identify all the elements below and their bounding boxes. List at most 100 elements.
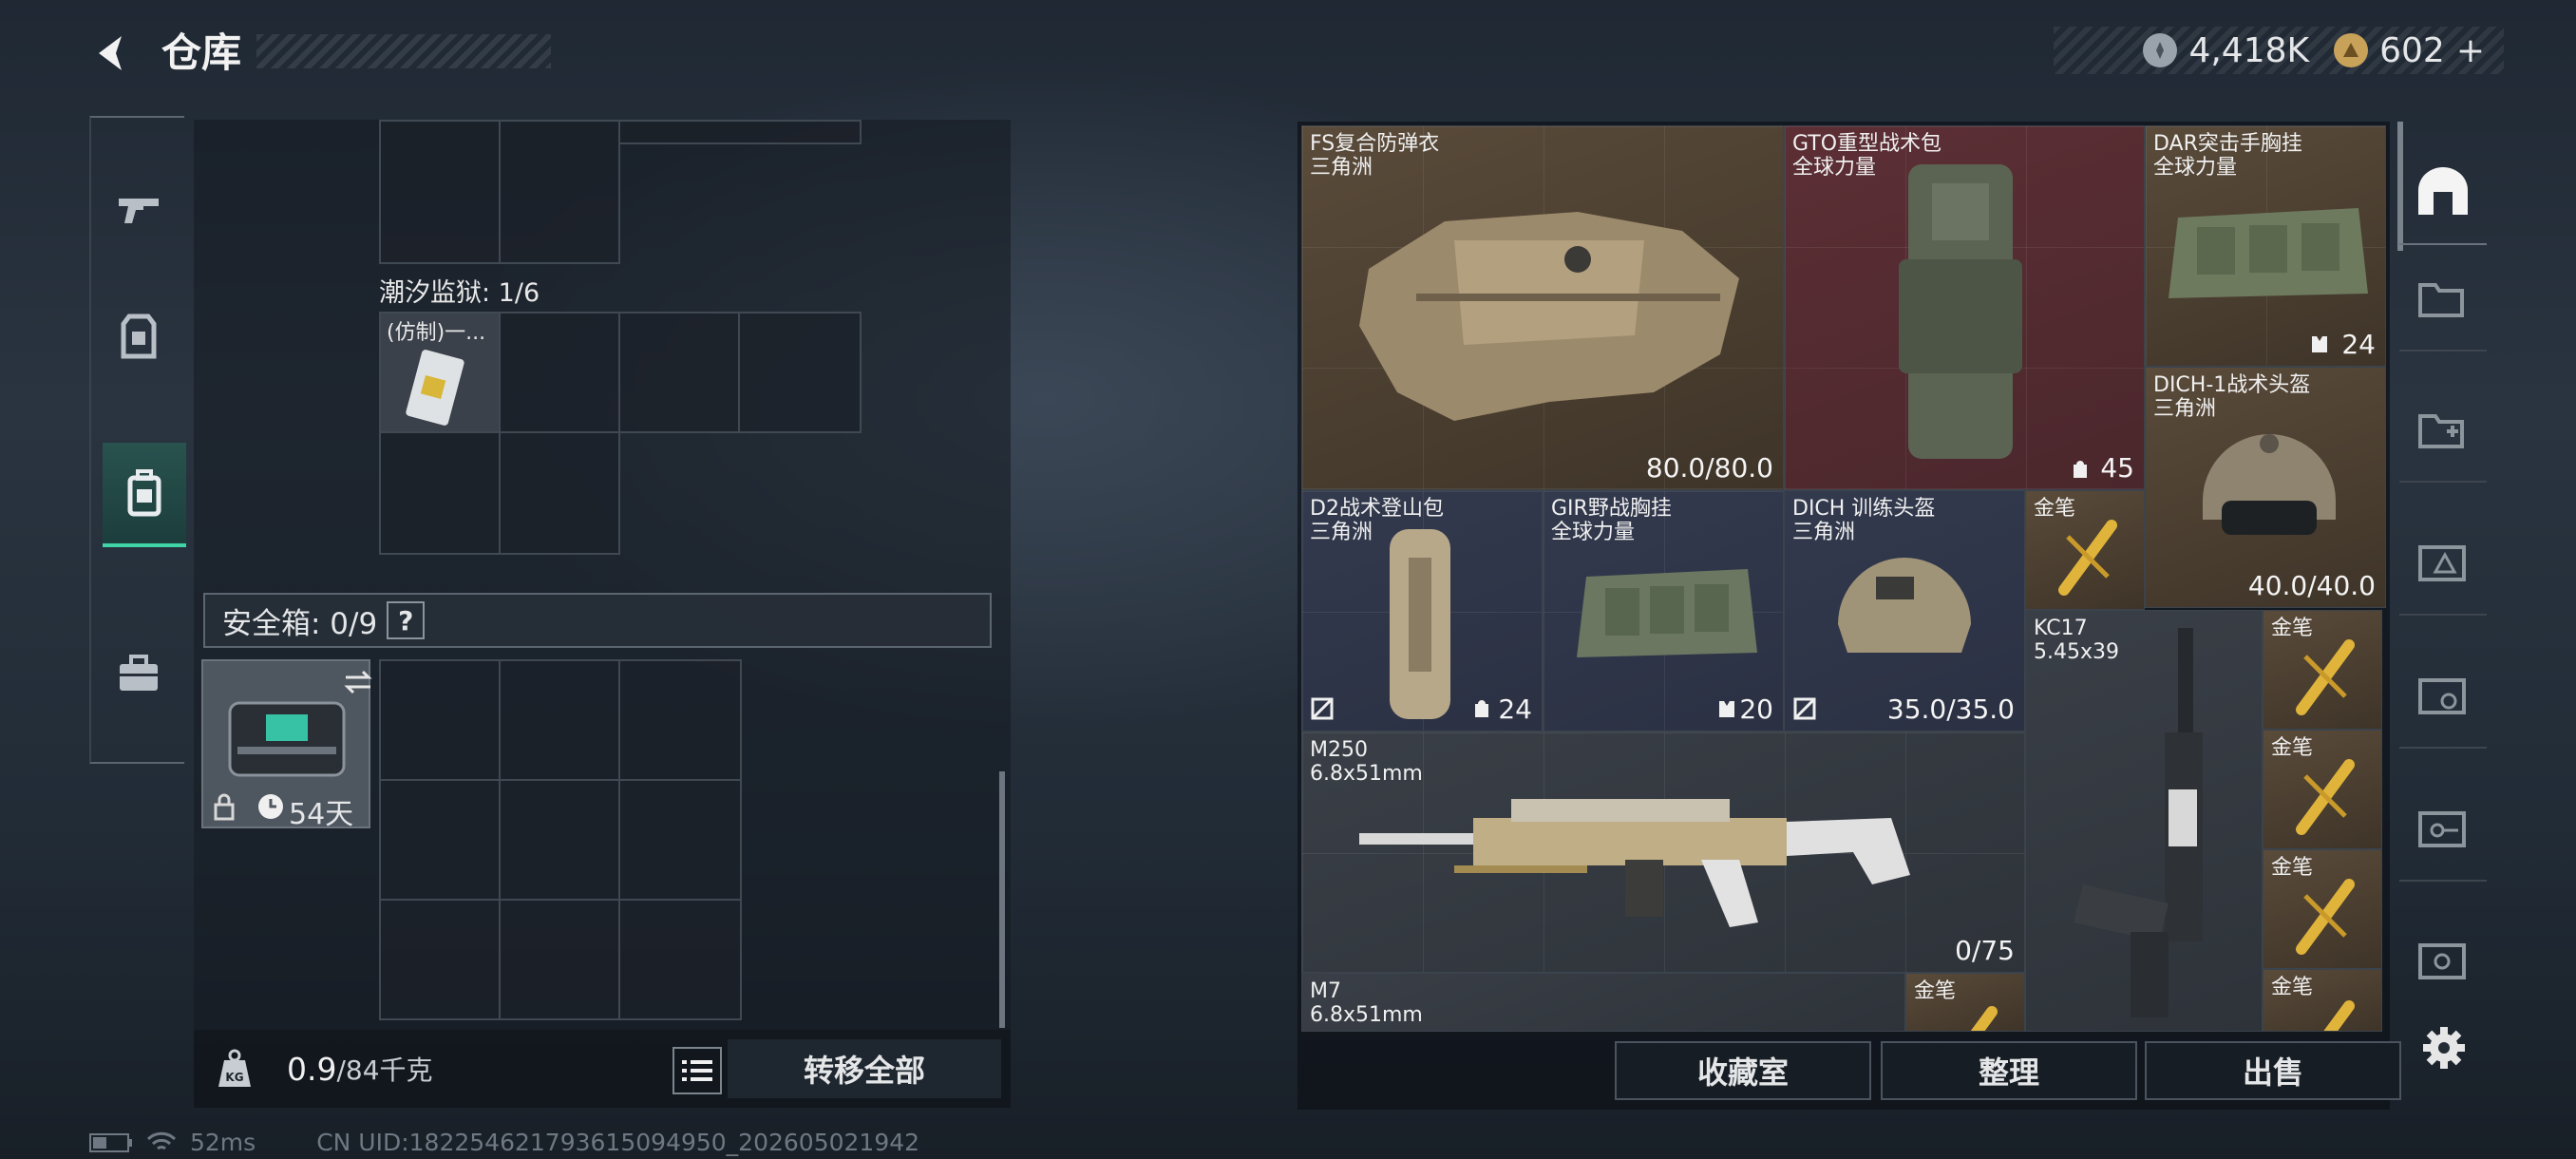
item-fs-vest[interactable]: FS复合防弹衣 三角洲 80.0/80.0	[1301, 125, 1784, 490]
rig-capacity-icon	[2312, 336, 2327, 352]
item-ammo: 0/75	[1955, 935, 2015, 966]
helmet-icon	[1838, 558, 1971, 653]
transfer-all-button[interactable]: 转移全部	[728, 1039, 1001, 1098]
nav-weapons[interactable]	[99, 156, 179, 260]
add-gold-button[interactable]: +	[2456, 31, 2485, 70]
rig-capacity-icon	[1719, 701, 1734, 717]
grid-cell[interactable]	[618, 120, 862, 144]
item-durability: 40.0/40.0	[2247, 570, 2376, 601]
grid-cell[interactable]	[499, 312, 620, 433]
item-name: GIR野战胸挂 全球力量	[1551, 497, 1672, 544]
settings-button[interactable]	[2420, 1024, 2468, 1072]
keycard-icon	[406, 350, 464, 426]
item-kc17-rifle[interactable]: KC17 5.45x39	[2025, 610, 2263, 1032]
wifi-icon	[146, 1131, 177, 1150]
item-name: GTO重型战术包 全球力量	[1792, 132, 1942, 180]
safe-slot[interactable]	[379, 659, 501, 781]
stash-tab-3b[interactable]	[2399, 644, 2487, 749]
safe-slot[interactable]	[499, 779, 620, 901]
status-bar: 52ms CN UID:182254621793615094950_202605…	[89, 1129, 919, 1156]
back-button[interactable]	[85, 27, 139, 80]
item-d2-backpack[interactable]: D2战术登山包 三角洲 24	[1301, 490, 1543, 732]
prison-item-name: (仿制)一...	[387, 321, 486, 345]
item-dar-rig[interactable]: DAR突击手胸挂 全球力量 24	[2145, 125, 2386, 367]
item-capacity: 24	[2341, 329, 2376, 360]
misc-folder-icon	[2418, 943, 2466, 979]
currency-bar: 4,418K 602 +	[2054, 27, 2504, 74]
gold-coin-icon	[2334, 33, 2369, 67]
item-gold-pen[interactable]: 金笔	[1905, 973, 2025, 1032]
back-arrow-icon	[99, 36, 122, 70]
grid-cell[interactable]	[738, 312, 862, 433]
nav-case[interactable]	[99, 621, 179, 726]
stash-tab-4b[interactable]	[2399, 378, 2487, 483]
item-name: FS复合防弹衣 三角洲	[1310, 132, 1440, 180]
ping-value: 52ms	[190, 1129, 256, 1156]
item-gold-pen[interactable]: 金笔	[2025, 490, 2145, 610]
safe-slot[interactable]	[379, 779, 501, 901]
item-name: 金笔	[2034, 497, 2076, 521]
safe-case-icon	[228, 701, 346, 777]
safe-box-label: 安全箱: 0/9	[222, 606, 378, 641]
folder-icon	[2418, 283, 2464, 317]
item-name: DICH 训练头盔 三角洲	[1792, 497, 1936, 544]
safe-box-item[interactable]: 54天	[201, 659, 372, 831]
grid-cell[interactable]	[618, 312, 740, 433]
nav-equipment[interactable]	[99, 284, 179, 389]
key-folder-icon	[2418, 811, 2466, 847]
grid-cell[interactable]	[499, 120, 620, 264]
item-gold-pen[interactable]: 金笔	[2263, 849, 2382, 969]
collection-room-button[interactable]: 收藏室	[1615, 1041, 1871, 1100]
backpack-capacity-icon	[2074, 461, 2087, 478]
item-durability: 80.0/80.0	[1645, 452, 1773, 484]
item-name: D2战术登山包 三角洲	[1310, 497, 1444, 544]
organize-button[interactable]: 整理	[1881, 1041, 2137, 1100]
list-view-button[interactable]	[672, 1047, 722, 1094]
chest-rig-icon	[1577, 569, 1757, 657]
safe-slot[interactable]	[499, 659, 620, 781]
item-dich1-helmet[interactable]: DICH-1战术头盔 三角洲 40.0/40.0	[2145, 367, 2386, 608]
gold-pen-icon	[2058, 520, 2117, 596]
nav-backpack[interactable]	[103, 443, 186, 547]
stash-tab-4c[interactable]	[2399, 777, 2487, 882]
item-m7-rifle[interactable]: M7 6.8x51mm	[1301, 973, 1905, 1032]
item-dich-training-helmet[interactable]: DICH 训练头盔 三角洲 35.0/35.0	[1784, 490, 2025, 732]
item-gold-pen[interactable]: 金笔	[2263, 730, 2382, 849]
ammo-folder-icon	[2418, 545, 2466, 581]
item-name: 金笔	[2271, 736, 2314, 760]
stash-tab-4d[interactable]	[2399, 908, 2487, 1013]
stash-tabs	[2399, 141, 2487, 1043]
gold-pen-icon	[2296, 639, 2355, 715]
item-name: M250 6.8x51mm	[1310, 738, 1423, 786]
battery-icon	[89, 1132, 132, 1152]
item-name: 金笔	[2271, 617, 2314, 640]
sell-button[interactable]: 出售	[2145, 1041, 2401, 1100]
uid-text: CN UID:182254621793615094950_20260502194…	[316, 1129, 920, 1156]
safe-slot[interactable]	[499, 899, 620, 1020]
backpack-capacity-icon	[1475, 700, 1488, 717]
item-m250-mg[interactable]: M250 6.8x51mm 0/75	[1301, 732, 2025, 973]
stash-tab-4a[interactable]	[2399, 247, 2487, 352]
safe-slot[interactable]	[618, 779, 742, 901]
safe-slot[interactable]	[379, 899, 501, 1020]
item-gir-rig[interactable]: GIR野战胸挂 全球力量 20	[1543, 490, 1784, 732]
item-gold-pen[interactable]: 金笔	[2263, 610, 2382, 730]
item-gold-pen[interactable]: 金笔	[2263, 969, 2382, 1032]
stash-tab-main[interactable]	[2399, 141, 2487, 245]
safe-slot[interactable]	[618, 899, 742, 1020]
prison-item-slot[interactable]: (仿制)一...	[379, 312, 501, 433]
item-durability: 35.0/35.0	[1886, 694, 2015, 725]
inventory-scrollbar[interactable]	[999, 771, 1005, 1028]
item-gto-backpack[interactable]: GTO重型战术包 全球力量 45	[1784, 125, 2145, 490]
stash-tab-3a[interactable]	[2399, 511, 2487, 616]
item-capacity: 20	[1739, 694, 1773, 725]
item-name: DAR突击手胸挂 全球力量	[2153, 132, 2302, 180]
grid-cell[interactable]	[379, 431, 501, 555]
safe-slot[interactable]	[618, 659, 742, 781]
gear-icon	[2423, 1027, 2465, 1069]
grid-cell[interactable]	[379, 120, 501, 264]
clock-icon	[258, 794, 283, 819]
help-button[interactable]: ?	[387, 601, 426, 639]
grid-cell[interactable]	[499, 431, 620, 555]
weight-max: /84千克	[336, 1054, 433, 1086]
